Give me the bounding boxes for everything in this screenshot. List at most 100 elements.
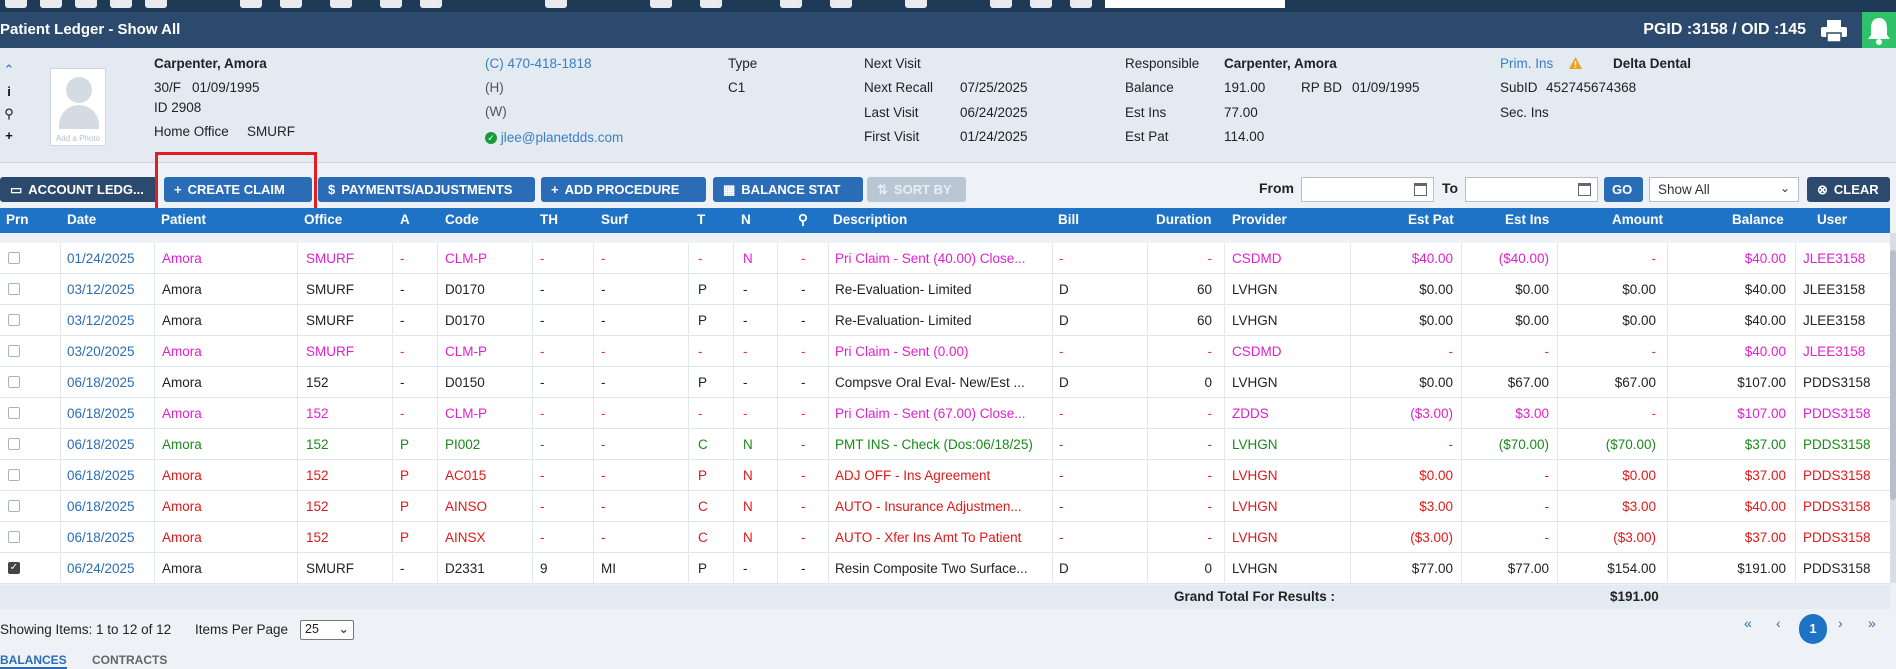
attachment-icon[interactable]: ⚲ — [2, 106, 16, 128]
toolbar-icon[interactable] — [545, 0, 567, 8]
go-button[interactable]: GO — [1604, 177, 1643, 202]
cell-date[interactable]: 06/18/2025 — [67, 406, 152, 421]
row-print-checkbox[interactable]: ✓ — [8, 562, 20, 574]
col-duration[interactable]: Duration — [1156, 212, 1212, 227]
patient-photo[interactable]: Add a Photo — [50, 68, 106, 146]
col-prn[interactable]: Prn — [6, 212, 29, 227]
col-patient[interactable]: Patient — [161, 212, 206, 227]
cell-date[interactable]: 06/18/2025 — [67, 468, 152, 483]
toolbar-icon[interactable] — [380, 0, 402, 8]
col-n[interactable]: N — [741, 212, 751, 227]
row-print-checkbox[interactable] — [8, 407, 20, 419]
cell-date[interactable]: 06/18/2025 — [67, 499, 152, 514]
col-balance[interactable]: Balance — [1732, 212, 1784, 227]
cell-date[interactable]: 03/12/2025 — [67, 282, 152, 297]
toolbar-icon[interactable] — [420, 0, 442, 8]
cell-desc[interactable]: Re-Evaluation- Limited — [835, 313, 1047, 328]
col-t[interactable]: T — [697, 212, 705, 227]
table-row[interactable]: 06/18/2025 Amora 152 P AINSO - - C N - AUTO - Insu… — [0, 491, 1890, 522]
table-row[interactable]: ✓ 06/24/2025 Amora SMURF - D2331 9 MI P - - Resin C… — [0, 553, 1890, 584]
row-print-checkbox[interactable] — [8, 345, 20, 357]
account-ledger-button[interactable]: ▭ ACCOUNT LEDG... — [0, 177, 158, 202]
cell-desc[interactable]: PMT INS - Check (Dos:06/18/25) — [835, 437, 1047, 452]
col-amount[interactable]: Amount — [1612, 212, 1663, 227]
col-surf[interactable]: Surf — [601, 212, 628, 227]
col-description[interactable]: Description — [833, 212, 907, 227]
cell-desc[interactable]: Resin Composite Two Surface... — [835, 561, 1047, 576]
toolbar-icon[interactable] — [650, 0, 672, 8]
cell-date[interactable]: 06/18/2025 — [67, 530, 152, 545]
prim-ins-label[interactable]: Prim. Ins — [1500, 56, 1553, 71]
row-print-checkbox[interactable] — [8, 314, 20, 326]
cell-date[interactable]: 03/12/2025 — [67, 313, 152, 328]
phone-cell[interactable]: (C) 470-418-1818 — [485, 56, 592, 71]
add-procedure-button[interactable]: + ADD PROCEDURE — [541, 177, 706, 202]
toolbar-icon[interactable] — [240, 0, 262, 8]
row-print-checkbox[interactable] — [8, 376, 20, 388]
to-date-input[interactable] — [1465, 177, 1598, 202]
toolbar-icon[interactable] — [990, 0, 1012, 8]
toolbar-icon[interactable] — [330, 0, 352, 8]
cell-date[interactable]: 06/18/2025 — [67, 437, 152, 452]
table-row[interactable]: 01/24/2025 Amora SMURF - CLM-P - - - N - Pri Claim… — [0, 243, 1890, 274]
row-print-checkbox[interactable] — [8, 438, 20, 450]
toolbar-icon[interactable] — [145, 0, 167, 8]
patient-email[interactable]: ✓ jlee@planetdds.com — [485, 130, 623, 145]
col-est-ins[interactable]: Est Ins — [1505, 212, 1549, 227]
calendar-icon[interactable] — [1578, 183, 1591, 196]
row-print-checkbox[interactable] — [8, 283, 20, 295]
cell-desc[interactable]: Pri Claim - Sent (0.00) — [835, 344, 1047, 359]
cell-date[interactable]: 01/24/2025 — [67, 251, 152, 266]
toolbar-icon[interactable] — [1030, 0, 1052, 8]
cell-date[interactable]: 06/18/2025 — [67, 375, 152, 390]
printer-icon[interactable] — [1820, 19, 1848, 43]
table-row[interactable]: 03/20/2025 Amora SMURF - CLM-P - - - - - Pri Claim… — [0, 336, 1890, 367]
toolbar-icon[interactable] — [830, 0, 852, 8]
cell-date[interactable]: 06/24/2025 — [67, 561, 152, 576]
cell-desc[interactable]: Pri Claim - Sent (40.00) Close... — [835, 251, 1047, 266]
cell-desc[interactable]: AUTO - Xfer Ins Amt To Patient — [835, 530, 1047, 545]
collapse-icon[interactable]: ⌃ — [2, 62, 16, 84]
table-row[interactable]: 06/18/2025 Amora 152- CLM-P - - - - - Pri Claim -… — [0, 398, 1890, 429]
col-date[interactable]: Date — [67, 212, 96, 227]
col-th[interactable]: TH — [540, 212, 558, 227]
filter-select[interactable]: Show All ⌄ — [1649, 177, 1799, 202]
payments-adjustments-button[interactable]: $ PAYMENTS/ADJUSTMENTS — [318, 177, 535, 202]
toolbar-icon[interactable] — [5, 0, 27, 8]
cell-desc[interactable]: Compsve Oral Eval- New/Est ... — [835, 375, 1047, 390]
global-search-input[interactable] — [1105, 0, 1285, 8]
toolbar-icon[interactable] — [40, 0, 62, 8]
notification-button[interactable] — [1862, 12, 1896, 48]
toolbar-icon[interactable] — [700, 0, 722, 8]
from-date-input[interactable] — [1301, 177, 1434, 202]
prev-page-button[interactable]: ‹ — [1776, 615, 1781, 631]
next-page-button[interactable]: › — [1838, 615, 1843, 631]
table-row[interactable]: 03/12/2025 Amora SMURF - D0170 - - P - - Re-Evalua… — [0, 274, 1890, 305]
col-user[interactable]: User — [1817, 212, 1847, 227]
toolbar-icon[interactable] — [110, 0, 132, 8]
tab-contracts[interactable]: CONTRACTS — [92, 653, 167, 667]
first-page-button[interactable]: « — [1744, 615, 1752, 631]
tab-balances[interactable]: BALANCES — [0, 653, 67, 669]
toolbar-icon[interactable] — [1070, 0, 1092, 8]
toolbar-icon[interactable] — [780, 0, 802, 8]
row-print-checkbox[interactable] — [8, 252, 20, 264]
table-scroll-thumb[interactable] — [1890, 250, 1896, 500]
row-print-checkbox[interactable] — [8, 531, 20, 543]
row-print-checkbox[interactable] — [8, 500, 20, 512]
cell-desc[interactable]: ADJ OFF - Ins Agreement — [835, 468, 1047, 483]
table-row[interactable]: 06/18/2025 Amora 152 P AINSX - - C N - AUTO - Xfer… — [0, 522, 1890, 553]
clear-button[interactable]: ⊗ CLEAR — [1807, 177, 1890, 202]
cell-desc[interactable]: Pri Claim - Sent (67.00) Close... — [835, 406, 1047, 421]
table-row[interactable]: 06/18/2025 Amora 152 P PI002- - C N - PMT INS - C… — [0, 429, 1890, 460]
col-est-pat[interactable]: Est Pat — [1408, 212, 1454, 227]
items-per-page-select[interactable]: 25 ⌄ — [300, 620, 354, 640]
col-office[interactable]: Office — [304, 212, 342, 227]
col-code[interactable]: Code — [445, 212, 479, 227]
toolbar-icon[interactable] — [280, 0, 302, 8]
col-bill[interactable]: Bill — [1058, 212, 1079, 227]
current-page-button[interactable]: 1 — [1799, 614, 1827, 644]
balance-stat-button[interactable]: ▦ BALANCE STAT — [713, 177, 863, 202]
last-page-button[interactable]: » — [1868, 615, 1876, 631]
table-row[interactable]: 03/12/2025 Amora SMURF - D0170 - - P - - Re-Evalua… — [0, 305, 1890, 336]
